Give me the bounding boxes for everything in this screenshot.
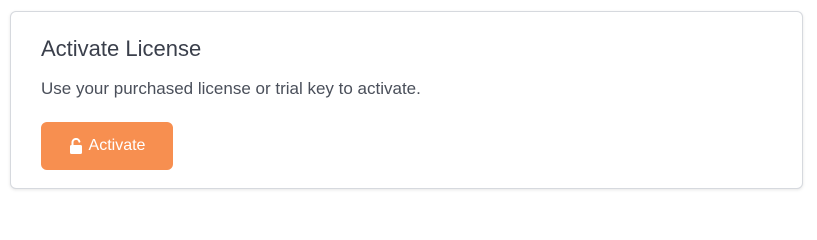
unlock-icon: [69, 137, 83, 154]
card-description: Use your purchased license or trial key …: [41, 79, 421, 98]
card-title: Activate License: [41, 36, 202, 61]
activate-license-card: Activate License Use your purchased lice…: [10, 11, 803, 189]
activate-button[interactable]: Activate: [41, 122, 173, 170]
activate-button-label: Activate: [88, 137, 146, 154]
